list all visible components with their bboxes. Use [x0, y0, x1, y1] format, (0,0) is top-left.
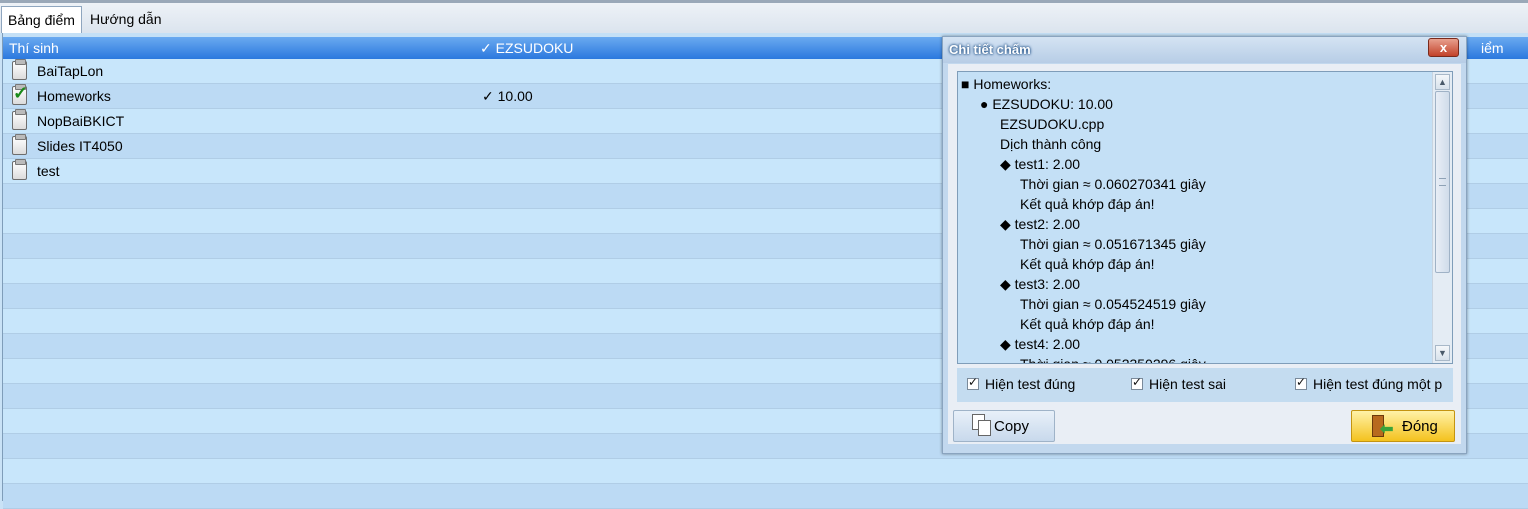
checked-document-icon: ✓	[12, 83, 29, 105]
candidate-name: test	[37, 163, 60, 179]
filter-options: Hiện test đúng Hiện test sai Hiện test đ…	[957, 368, 1453, 402]
checkbox-label: Hiện test đúng	[985, 376, 1076, 392]
scroll-up-icon[interactable]: ▲	[1435, 74, 1450, 90]
document-icon	[12, 109, 27, 130]
tab-bar: Bảng điểm Hướng dẫn	[0, 0, 1528, 33]
close-dialog-button[interactable]: ⬅ Đóng	[1351, 410, 1455, 442]
detail-line: Thời gian ≈ 0.054524519 giây	[1020, 296, 1206, 312]
dialog-title: Chi tiết chấm	[949, 42, 1031, 57]
column-header-ezsudoku[interactable]: ✓ EZSUDOKU	[480, 40, 573, 57]
detail-line: Kết quả khớp đáp án!	[1020, 316, 1155, 332]
candidate-name: NopBaiBKICT	[37, 113, 125, 129]
detail-line: ◆ test1: 2.00	[1000, 156, 1081, 172]
detail-line: Thời gian ≈ 0.060270341 giây	[1020, 176, 1206, 192]
checkbox-box[interactable]	[1131, 375, 1143, 390]
show-partial-checkbox[interactable]: Hiện test đúng một p	[1295, 375, 1443, 392]
dialog-title-bar[interactable]: Chi tiết chấm x	[943, 37, 1466, 63]
scroll-thumb[interactable]	[1435, 91, 1450, 273]
detail-line: ● EZSUDOKU: 10.00	[980, 96, 1113, 112]
scroll-down-icon[interactable]: ▼	[1435, 345, 1450, 361]
empty-row	[3, 459, 1528, 484]
document-icon	[12, 134, 27, 155]
detail-line: Thời gian ≈ 0.051671345 giây	[1020, 236, 1206, 252]
document-icon	[12, 59, 27, 80]
tab-huong-dan[interactable]: Hướng dẫn	[84, 6, 167, 33]
empty-row	[3, 484, 1528, 509]
score-cell: ✓ 10.00	[482, 88, 533, 104]
vertical-scrollbar[interactable]: ▲ ▼	[1432, 72, 1452, 363]
tab-bang-diem[interactable]: Bảng điểm	[1, 6, 82, 33]
candidate-name: BaiTapLon	[37, 63, 104, 79]
detail-line: Dịch thành công	[1000, 136, 1102, 152]
detail-line: Kết quả khớp đáp án!	[1020, 256, 1155, 272]
dialog-body: ■ Homeworks: ● EZSUDOKU: 10.00 EZSUDOKU.…	[948, 64, 1461, 444]
document-icon	[12, 159, 27, 180]
grading-detail-dialog: Chi tiết chấm x ■ Homeworks: ● EZSUDOKU:…	[942, 36, 1467, 454]
detail-text-box[interactable]: ■ Homeworks: ● EZSUDOKU: 10.00 EZSUDOKU.…	[957, 71, 1453, 364]
detail-line: EZSUDOKU.cpp	[1000, 116, 1105, 132]
close-icon[interactable]: x	[1428, 38, 1459, 57]
detail-line: ◆ test2: 2.00	[1000, 216, 1081, 232]
close-button-label: Đóng	[1402, 417, 1438, 435]
checkbox-box[interactable]	[1295, 375, 1307, 390]
copy-button[interactable]: Copy	[953, 410, 1055, 442]
checkbox-box[interactable]	[967, 375, 979, 390]
column-header-candidate[interactable]: Thí sinh	[9, 40, 59, 56]
copy-icon	[972, 414, 994, 438]
exit-door-icon: ⬅	[1370, 415, 1394, 438]
detail-line: Thời gian ≈ 0.052350296 giây	[1020, 356, 1206, 364]
copy-button-label: Copy	[994, 417, 1030, 435]
detail-line: ■ Homeworks:	[961, 76, 1052, 92]
column-header-score[interactable]: iểm	[1481, 40, 1504, 56]
candidate-name: Homeworks	[37, 88, 111, 104]
checkbox-label: Hiện test đúng một p	[1313, 376, 1443, 392]
show-correct-checkbox[interactable]: Hiện test đúng	[967, 375, 1076, 392]
checkbox-label: Hiện test sai	[1149, 376, 1227, 392]
detail-line: Kết quả khớp đáp án!	[1020, 196, 1155, 212]
detail-line: ◆ test4: 2.00	[1000, 336, 1081, 352]
detail-line: ◆ test3: 2.00	[1000, 276, 1081, 292]
show-wrong-checkbox[interactable]: Hiện test sai	[1131, 375, 1227, 392]
candidate-name: Slides IT4050	[37, 138, 123, 154]
